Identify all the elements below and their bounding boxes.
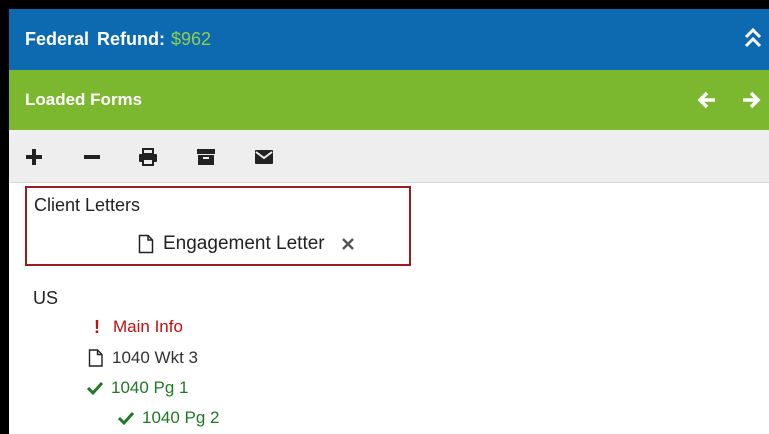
window-frame-top [0, 0, 769, 9]
tree-item-label: 1040 Wkt 3 [112, 348, 198, 367]
close-icon[interactable] [341, 237, 355, 251]
archive-icon[interactable] [196, 147, 216, 167]
us-group-title: US [33, 288, 59, 308]
refund-label: Refund: [97, 29, 166, 49]
engagement-letter-label: Engagement Letter [163, 233, 325, 254]
loaded-forms-title: Loaded Forms [25, 90, 143, 109]
tree-item-label: 1040 Pg 2 [142, 408, 220, 427]
federal-label: Federal [25, 29, 90, 49]
tree-item-1040-wkt-3[interactable]: 1040 Wkt 3 [88, 346, 198, 370]
document-icon [88, 349, 103, 367]
exclamation-icon: ! [94, 316, 100, 337]
double-chevron-up-icon[interactable] [743, 25, 763, 51]
loaded-forms-bar: Loaded Forms [9, 70, 769, 130]
print-icon[interactable] [138, 147, 158, 167]
tree-item-label: Main Info [113, 317, 183, 336]
tree-item-1040-pg-1[interactable]: 1040 Pg 1 [87, 376, 189, 400]
forms-toolbar [9, 130, 769, 183]
plus-icon[interactable] [24, 147, 44, 167]
federal-refund-bar: Federal Refund: $962 [9, 9, 769, 70]
minus-icon[interactable] [82, 147, 102, 167]
window-frame-left [0, 0, 9, 434]
check-icon [118, 411, 134, 426]
tree-item-label: 1040 Pg 1 [111, 378, 189, 397]
client-letters-group: Client Letters Engagement Letter [25, 186, 411, 266]
arrow-left-icon[interactable] [697, 90, 717, 110]
document-icon [138, 234, 154, 254]
refund-amount: $962 [171, 29, 212, 49]
check-icon [87, 381, 103, 396]
envelope-icon[interactable] [254, 147, 274, 167]
engagement-letter-item[interactable]: Engagement Letter [138, 231, 355, 257]
tree-item-1040-pg-2[interactable]: 1040 Pg 2 [118, 406, 220, 430]
arrow-right-icon[interactable] [741, 90, 761, 110]
tree-item-main-info[interactable]: ! Main Info [89, 315, 183, 339]
client-letters-title: Client Letters [34, 195, 141, 215]
